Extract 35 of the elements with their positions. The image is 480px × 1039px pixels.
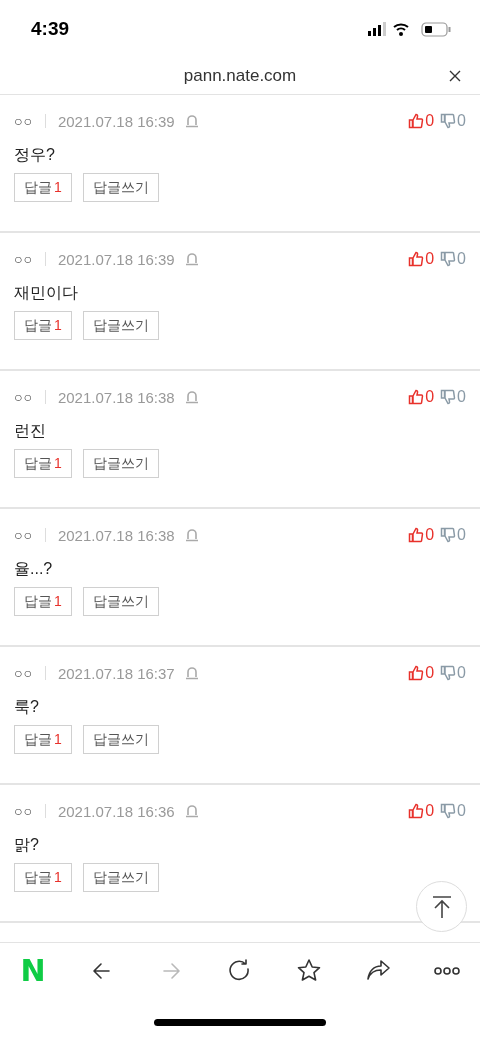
replies-button[interactable]: 답글 1: [14, 863, 72, 892]
replies-button[interactable]: 답글 1: [14, 173, 72, 202]
comment-text: 재민이다: [14, 283, 79, 303]
scroll-top-button[interactable]: [416, 881, 467, 932]
comment-date: 2021.07.18 16:36: [57, 802, 175, 820]
write-reply-button[interactable]: 답글쓰기: [82, 311, 159, 340]
write-reply-button[interactable]: 답글쓰기: [82, 863, 159, 892]
comment-author: ○○: [14, 251, 33, 267]
write-reply-button[interactable]: 답글쓰기: [82, 587, 159, 616]
replies-button[interactable]: 답글 1: [14, 587, 72, 616]
comment-date: 2021.07.18 16:37: [57, 664, 175, 682]
comment-author: ○○: [14, 389, 33, 405]
comment-text: 정우?: [14, 145, 56, 165]
comment-author: ○○: [14, 113, 33, 129]
replies-button[interactable]: 답글 1: [14, 725, 72, 754]
comment-text: 룩?: [14, 697, 40, 717]
status-time: 4:39: [31, 17, 70, 40]
write-reply-button[interactable]: 답글쓰기: [82, 449, 159, 478]
comment-date: 2021.07.18 16:39: [57, 250, 175, 268]
comment-date: 2021.07.18 16:38: [57, 388, 175, 406]
comment-text: 맑?: [14, 835, 40, 855]
write-reply-button[interactable]: 답글쓰기: [82, 173, 159, 202]
comment-author: ○○: [14, 665, 33, 681]
comment-author: ○○: [14, 803, 33, 819]
comment-text: 런진: [14, 421, 47, 441]
comment-text: 율...?: [14, 559, 54, 579]
close-icon: [449, 70, 461, 82]
more-icon: [433, 966, 461, 975]
page-url: pann.nate.com: [183, 65, 297, 86]
comment-author: ○○: [14, 527, 33, 543]
comment-date: 2021.07.18 16:39: [57, 112, 175, 130]
replies-button[interactable]: 답글 1: [14, 449, 72, 478]
comment-date: 2021.07.18 16:38: [57, 526, 175, 544]
replies-button[interactable]: 답글 1: [14, 311, 72, 340]
write-reply-button[interactable]: 답글쓰기: [82, 725, 159, 754]
